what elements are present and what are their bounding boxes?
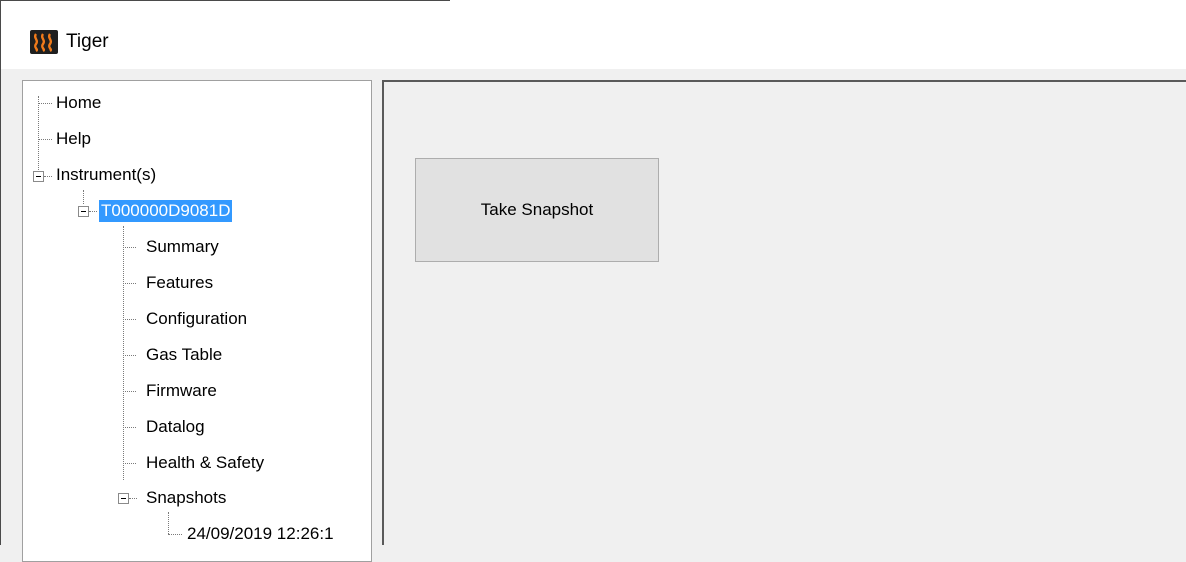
tree-item-gas-table[interactable]: Gas Table <box>144 344 224 366</box>
tree-connector-line <box>123 391 136 392</box>
content-panel <box>382 80 1186 545</box>
tree-item-instruments[interactable]: Instrument(s) <box>54 164 158 186</box>
tree-item-summary[interactable]: Summary <box>144 236 221 258</box>
tree-connector-line <box>123 226 124 480</box>
tree-item-datalog[interactable]: Datalog <box>144 416 207 438</box>
take-snapshot-button[interactable]: Take Snapshot <box>415 158 659 262</box>
app-title: Tiger <box>66 31 109 52</box>
tree-connector-line <box>123 247 136 248</box>
tree-item-firmware[interactable]: Firmware <box>144 380 219 402</box>
tree-item-snapshot-entry[interactable]: 24/09/2019 12:26:1 <box>185 523 369 545</box>
tree-item-snapshots[interactable]: Snapshots <box>144 487 228 509</box>
tree-item-health-safety[interactable]: Health & Safety <box>144 452 266 474</box>
tree-item-configuration[interactable]: Configuration <box>144 308 249 330</box>
tree-item-help[interactable]: Help <box>54 128 93 150</box>
tree-connector-line <box>38 103 52 104</box>
collapse-toggle-snapshots[interactable] <box>118 493 129 504</box>
tree-connector-line <box>123 355 136 356</box>
collapse-toggle-instruments[interactable] <box>33 171 44 182</box>
collapse-toggle-instrument[interactable] <box>78 206 89 217</box>
tree-connector-line <box>123 463 136 464</box>
heat-waves-icon <box>30 30 58 54</box>
title-bar: Tiger <box>0 0 1186 545</box>
tree-connector-line <box>89 211 97 212</box>
tree-connector-line <box>83 190 84 204</box>
tree-item-home[interactable]: Home <box>54 92 103 114</box>
tree-item-instrument-serial[interactable]: T000000D9081D <box>99 200 233 222</box>
tree-connector-line <box>123 283 136 284</box>
tree-connector-line <box>168 534 182 535</box>
tree-connector-line <box>168 512 169 534</box>
tree-connector-line <box>123 319 136 320</box>
tree-item-features[interactable]: Features <box>144 272 215 294</box>
window-border-left <box>0 0 1 545</box>
tree-connector-line <box>38 139 52 140</box>
tree-connector-line <box>44 176 52 177</box>
tree-connector-line <box>123 427 136 428</box>
tree-connector-line <box>38 96 39 176</box>
tree-connector-line <box>129 498 137 499</box>
window-border-top <box>0 0 450 1</box>
